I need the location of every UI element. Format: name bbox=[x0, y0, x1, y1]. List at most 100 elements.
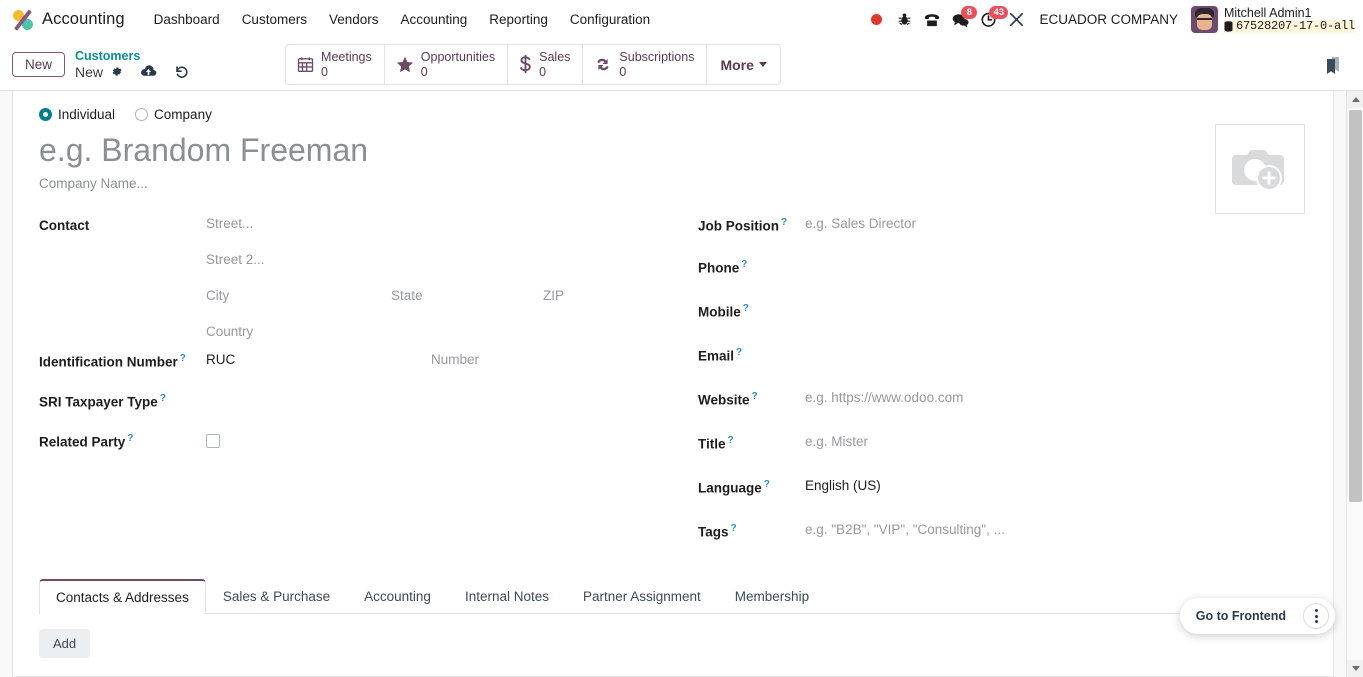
odoo-accounting-logo-icon[interactable] bbox=[10, 7, 36, 33]
phone-icon[interactable] bbox=[918, 5, 946, 35]
identification-type-select[interactable]: RUC bbox=[206, 351, 431, 367]
country-input[interactable]: Country bbox=[206, 323, 564, 339]
menu-item-configuration[interactable]: Configuration bbox=[559, 6, 661, 33]
tab-sales-purchase[interactable]: Sales & Purchase bbox=[206, 579, 347, 614]
street2-input[interactable]: Street 2... bbox=[206, 251, 564, 267]
label-job-position: Job Position? bbox=[698, 217, 788, 234]
stat-value: 0 bbox=[420, 64, 428, 79]
app-brand-name[interactable]: Accounting bbox=[42, 10, 125, 29]
company-name-input[interactable]: Company Name... bbox=[39, 176, 1309, 191]
gear-icon[interactable] bbox=[110, 65, 123, 78]
website-input[interactable]: e.g. https://www.odoo.com bbox=[805, 389, 963, 405]
radio-company[interactable]: Company bbox=[135, 107, 212, 122]
more-label: More bbox=[720, 56, 754, 73]
menu-item-reporting[interactable]: Reporting bbox=[478, 6, 559, 33]
help-icon[interactable]: ? bbox=[781, 217, 787, 228]
undo-icon[interactable] bbox=[174, 65, 189, 79]
menu-item-customers[interactable]: Customers bbox=[231, 6, 318, 33]
user-avatar[interactable] bbox=[1190, 6, 1218, 33]
breadcrumb-current-record: New bbox=[75, 63, 104, 80]
tab-partner-assignment[interactable]: Partner Assignment bbox=[566, 579, 718, 614]
record-dot-icon[interactable] bbox=[862, 5, 890, 35]
stat-value: 0 bbox=[619, 64, 627, 79]
add-contact-button[interactable]: Add bbox=[39, 629, 91, 658]
field-row-language: Language? English (US) bbox=[698, 477, 1309, 499]
help-icon[interactable]: ? bbox=[752, 391, 758, 402]
identification-number-input[interactable]: Number bbox=[431, 351, 479, 367]
bookmark-icon[interactable] bbox=[1313, 49, 1353, 81]
help-icon[interactable]: ? bbox=[160, 393, 166, 404]
label-title: Title? bbox=[698, 435, 734, 452]
go-to-frontend-button[interactable]: Go to Frontend bbox=[1180, 603, 1300, 629]
help-icon[interactable]: ? bbox=[728, 435, 734, 446]
stat-button-meetings[interactable]: Meetings 0 bbox=[286, 44, 385, 85]
user-name-label: Mitchell Admin1 bbox=[1223, 5, 1312, 20]
scroll-up-arrow[interactable] bbox=[1347, 91, 1363, 108]
scrollbar-thumb[interactable] bbox=[1349, 110, 1362, 502]
state-input[interactable]: State bbox=[391, 287, 543, 303]
label-language: Language? bbox=[698, 479, 770, 496]
chat-bubble-icon[interactable]: 8 bbox=[946, 5, 978, 35]
user-menu[interactable]: Mitchell Admin1 67528207-17-0-all bbox=[1187, 5, 1355, 34]
language-select[interactable]: English (US) bbox=[805, 477, 881, 493]
field-row-tags: Tags? e.g. "B2B", "VIP", "Consulting", .… bbox=[698, 521, 1309, 543]
dollar-icon bbox=[519, 55, 532, 74]
tab-contacts-addresses[interactable]: Contacts & Addresses bbox=[39, 579, 206, 614]
city-input[interactable]: City bbox=[206, 287, 391, 303]
wrench-icon[interactable] bbox=[1002, 5, 1030, 35]
help-icon[interactable]: ? bbox=[741, 259, 747, 270]
stat-buttons-more-dropdown[interactable]: More bbox=[707, 45, 779, 85]
database-name-label: 67528207-17-0-all bbox=[1223, 19, 1355, 34]
calendar-icon bbox=[297, 56, 314, 73]
vertical-dots-icon[interactable] bbox=[1303, 603, 1329, 629]
clock-icon[interactable]: 43 bbox=[974, 5, 1009, 35]
tab-internal-notes[interactable]: Internal Notes bbox=[448, 579, 566, 614]
radio-company-mark[interactable] bbox=[135, 108, 149, 121]
title-input-field[interactable]: e.g. Mister bbox=[805, 433, 868, 449]
refresh-icon bbox=[594, 56, 612, 73]
main-menu: Dashboard Customers Vendors Accounting R… bbox=[143, 6, 662, 33]
tab-accounting[interactable]: Accounting bbox=[347, 579, 448, 614]
breadcrumb-parent-customers[interactable]: Customers bbox=[75, 49, 189, 64]
help-icon[interactable]: ? bbox=[736, 347, 742, 358]
radio-individual[interactable]: Individual bbox=[39, 107, 115, 122]
form-column-right: Job Position? e.g. Sales Director Phone?… bbox=[689, 215, 1309, 552]
radio-individual-mark[interactable] bbox=[39, 108, 52, 121]
contact-name-input[interactable]: e.g. Brandom Freeman bbox=[39, 130, 1309, 170]
contact-photo-upload[interactable] bbox=[1215, 124, 1305, 214]
label-contact: Contact bbox=[39, 218, 90, 233]
related-party-checkbox[interactable] bbox=[206, 434, 220, 448]
field-row-related-party: Related Party? bbox=[39, 431, 689, 453]
street-input[interactable]: Street... bbox=[206, 215, 564, 231]
help-icon[interactable]: ? bbox=[731, 523, 737, 534]
tags-input[interactable]: e.g. "B2B", "VIP", "Consulting", ... bbox=[805, 521, 1005, 537]
help-icon[interactable]: ? bbox=[127, 433, 133, 444]
scroll-down-arrow[interactable] bbox=[1347, 660, 1363, 677]
notebook-tabs: Contacts & Addresses Sales & Purchase Ac… bbox=[39, 579, 1309, 614]
help-icon[interactable]: ? bbox=[743, 303, 749, 314]
stat-button-subscriptions[interactable]: Subscriptions 0 bbox=[583, 44, 708, 85]
bug-icon[interactable] bbox=[890, 5, 918, 35]
top-navbar: Accounting Dashboard Customers Vendors A… bbox=[0, 0, 1363, 39]
menu-item-dashboard[interactable]: Dashboard bbox=[143, 6, 231, 33]
tab-membership[interactable]: Membership bbox=[718, 579, 826, 614]
chevron-down-icon bbox=[758, 62, 767, 67]
contact-form-sheet: Individual Company e.g. Brandom Freeman … bbox=[12, 91, 1334, 677]
label-identification-number: Identification Number? bbox=[39, 353, 186, 370]
menu-item-vendors[interactable]: Vendors bbox=[318, 6, 390, 33]
menu-item-accounting[interactable]: Accounting bbox=[390, 6, 479, 33]
new-record-button[interactable]: New bbox=[12, 52, 66, 77]
stat-button-opportunities[interactable]: Opportunities 0 bbox=[385, 44, 509, 85]
help-icon[interactable]: ? bbox=[764, 479, 770, 490]
cloud-upload-icon[interactable] bbox=[140, 65, 157, 78]
job-position-input[interactable]: e.g. Sales Director bbox=[805, 215, 916, 231]
stat-button-sales[interactable]: Sales 0 bbox=[508, 44, 584, 85]
company-switcher[interactable]: ECUADOR COMPANY bbox=[1030, 7, 1187, 32]
label-sri-taxpayer-type: SRI Taxpayer Type? bbox=[39, 393, 166, 410]
zip-input[interactable]: ZIP bbox=[543, 287, 564, 303]
database-icon bbox=[1224, 21, 1233, 32]
stat-buttons-group: Meetings 0 Opportunities 0 Sales 0 Subsc… bbox=[285, 43, 781, 86]
vertical-scrollbar[interactable] bbox=[1346, 91, 1363, 677]
field-row-job-position: Job Position? e.g. Sales Director bbox=[698, 215, 1309, 237]
help-icon[interactable]: ? bbox=[180, 353, 186, 364]
